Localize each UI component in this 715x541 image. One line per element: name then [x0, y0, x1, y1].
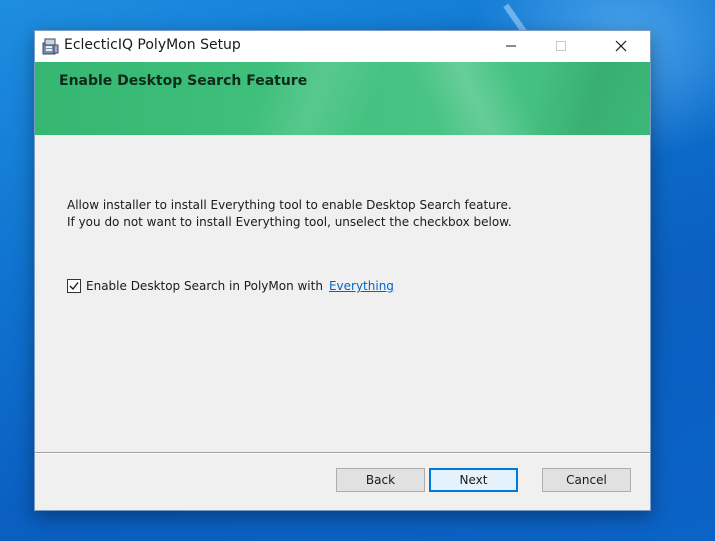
minimize-button[interactable] — [488, 31, 534, 62]
minimize-icon — [505, 37, 517, 56]
maximize-icon — [555, 37, 567, 56]
desktop-search-option: Enable Desktop Search in PolyMon with Ev… — [67, 279, 394, 293]
checkbox-label[interactable]: Enable Desktop Search in PolyMon with — [86, 279, 323, 293]
enable-desktop-search-checkbox[interactable] — [67, 279, 81, 293]
banner-decoration — [525, 62, 650, 135]
checkmark-icon — [68, 277, 80, 296]
cancel-button[interactable]: Cancel — [542, 468, 631, 492]
window-title: EclecticIQ PolyMon Setup — [64, 37, 241, 53]
back-button[interactable]: Back — [336, 468, 425, 492]
close-icon — [615, 37, 627, 56]
maximize-button — [538, 31, 584, 62]
banner-decoration — [407, 62, 543, 135]
installer-package-icon — [40, 36, 60, 56]
description-line: If you do not want to install Everything… — [67, 215, 512, 229]
setup-window: EclecticIQ PolyMon Setup Enable Desktop … — [34, 30, 651, 511]
description: Allow installer to install Everything to… — [67, 197, 512, 231]
footer-divider-highlight — [35, 453, 650, 454]
header-banner: Enable Desktop Search Feature — [35, 62, 650, 135]
everything-link[interactable]: Everything — [329, 279, 394, 293]
close-button[interactable] — [598, 31, 644, 62]
page-title: Enable Desktop Search Feature — [59, 73, 308, 89]
title-bar[interactable]: EclecticIQ PolyMon Setup — [35, 31, 650, 62]
content-area: Allow installer to install Everything to… — [35, 135, 650, 452]
description-line: Allow installer to install Everything to… — [67, 198, 512, 212]
next-button[interactable]: Next — [429, 468, 518, 492]
